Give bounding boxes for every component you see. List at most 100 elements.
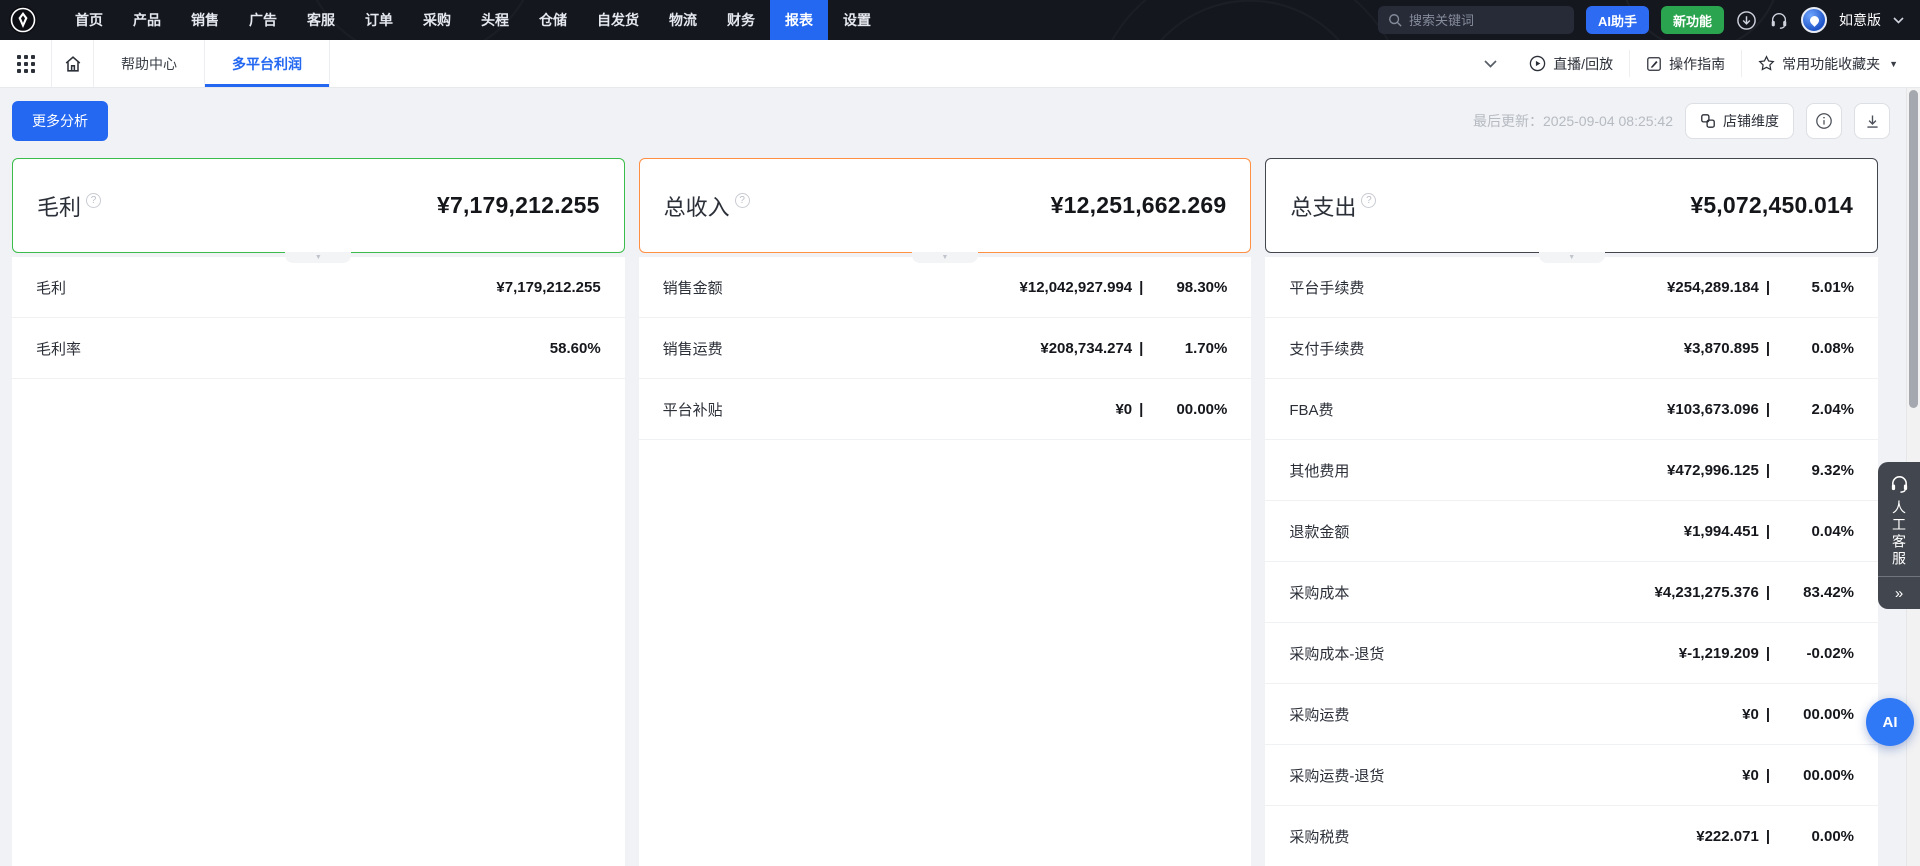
collapse-card-tab[interactable]: ▼ — [1539, 252, 1605, 263]
card-total-value: ¥7,179,212.255 — [437, 192, 600, 219]
headset-icon — [1889, 473, 1910, 494]
collapse-card-tab[interactable]: ▼ — [912, 252, 978, 263]
ai-fab-button[interactable]: AI — [1866, 698, 1914, 746]
metric-label: 销售运费 — [663, 338, 723, 359]
metric-percent: 00.00% — [1143, 401, 1227, 418]
nav-item-物流[interactable]: 物流 — [654, 0, 712, 40]
play-circle-icon — [1529, 55, 1546, 72]
info-button[interactable] — [1806, 103, 1842, 139]
metric-percent: 1.70% — [1143, 340, 1227, 357]
metric-row: 退款金额¥1,994.451|0.04% — [1265, 501, 1878, 562]
metric-row: 毛利¥7,179,212.255 — [12, 257, 625, 318]
metric-percent: 83.42% — [1770, 584, 1854, 601]
card-title: 总收入? — [664, 190, 750, 222]
card-rows: 毛利¥7,179,212.255毛利率58.60% — [12, 257, 625, 866]
user-avatar[interactable] — [1801, 7, 1827, 33]
dimension-switch-icon — [1700, 113, 1716, 129]
card-header-总收入: 总收入?¥12,251,662.269▼ — [639, 158, 1252, 253]
app-logo[interactable] — [8, 5, 38, 35]
nav-item-头程[interactable]: 头程 — [466, 0, 524, 40]
metric-percent: 0.04% — [1770, 523, 1854, 540]
metric-label: FBA费 — [1289, 399, 1333, 420]
metric-row: 平台补贴¥0|00.00% — [639, 379, 1252, 440]
tabs-dropdown-chevron[interactable] — [1468, 40, 1513, 87]
metric-amount: ¥103,673.096 — [1667, 401, 1759, 418]
edition-label[interactable]: 如意版 — [1839, 10, 1881, 30]
metric-label: 退款金额 — [1289, 521, 1349, 542]
favorites-caret-icon: ▼ — [1889, 59, 1898, 69]
metric-row: 销售金额¥12,042,927.994|98.30% — [639, 257, 1252, 318]
metric-values: ¥254,289.184|5.01% — [1667, 279, 1854, 296]
toolbar-right: 最后更新：2025-09-04 08:25:42 店铺维度 — [1473, 103, 1890, 139]
headset-icon[interactable] — [1769, 10, 1789, 30]
export-button[interactable] — [1854, 103, 1890, 139]
report-toolbar: 更多分析 最后更新：2025-09-04 08:25:42 店铺维度 — [12, 101, 1890, 141]
nav-item-销售[interactable]: 销售 — [176, 0, 234, 40]
metric-values: ¥7,179,212.255 — [496, 279, 600, 296]
guide-icon — [1646, 56, 1662, 72]
nav-item-设置[interactable]: 设置 — [828, 0, 886, 40]
collapse-card-tab[interactable]: ▼ — [285, 252, 351, 263]
favorites-menu[interactable]: 常用功能收藏夹 ▼ — [1742, 40, 1920, 87]
new-features-button[interactable]: 新功能 — [1661, 6, 1724, 34]
metric-percent: 98.30% — [1143, 279, 1227, 296]
top-nav: 首页产品销售广告客服订单采购头程仓储自发货物流财务报表设置 AI助手 新功能 如… — [0, 0, 1920, 40]
nav-item-财务[interactable]: 财务 — [712, 0, 770, 40]
store-dimension-button[interactable]: 店铺维度 — [1685, 103, 1794, 139]
metric-label: 采购运费-退货 — [1289, 765, 1384, 786]
scrollbar-thumb[interactable] — [1909, 90, 1918, 408]
live-replay-link[interactable]: 直播/回放 — [1513, 40, 1629, 87]
metric-label: 平台补贴 — [663, 399, 723, 420]
customer-service-panel[interactable]: 人工客服 » — [1878, 462, 1920, 609]
metric-values: ¥208,734.274|1.70% — [1040, 340, 1227, 357]
nav-item-采购[interactable]: 采购 — [408, 0, 466, 40]
nav-item-订单[interactable]: 订单 — [350, 0, 408, 40]
metric-label: 采购税费 — [1289, 826, 1349, 847]
star-icon — [1758, 55, 1775, 72]
metric-amount: ¥3,870.895 — [1684, 340, 1759, 357]
help-icon[interactable]: ? — [1361, 193, 1376, 208]
info-icon — [1815, 112, 1833, 130]
card-rows: 销售金额¥12,042,927.994|98.30% 销售运费 ¥208,734.2… — [639, 257, 1252, 866]
operation-guide-link[interactable]: 操作指南 — [1630, 40, 1741, 87]
metric-amount: ¥0 — [1742, 706, 1759, 723]
metric-values: ¥-1,219.209|-0.02% — [1679, 645, 1854, 662]
main-menu: 首页产品销售广告客服订单采购头程仓储自发货物流财务报表设置 — [60, 0, 886, 40]
apps-grid-icon[interactable] — [0, 40, 52, 87]
tab-bar-right: 直播/回放 操作指南 常用功能收藏夹 ▼ — [1468, 40, 1920, 87]
home-icon[interactable] — [52, 40, 94, 87]
metric-amount: ¥1,994.451 — [1684, 523, 1759, 540]
card-total-value: ¥12,251,662.269 — [1051, 192, 1227, 219]
help-icon[interactable]: ? — [735, 193, 750, 208]
nav-item-自发货[interactable]: 自发货 — [582, 0, 654, 40]
search-input[interactable] — [1409, 13, 1549, 28]
metric-amount: ¥222.071 — [1696, 828, 1759, 845]
metric-percent: 9.32% — [1770, 462, 1854, 479]
tab-帮助中心[interactable]: 帮助中心 — [94, 40, 205, 87]
ai-assistant-button[interactable]: AI助手 — [1586, 6, 1649, 34]
metric-amount: ¥0 — [1742, 767, 1759, 784]
more-analysis-button[interactable]: 更多分析 — [12, 101, 108, 141]
nav-item-产品[interactable]: 产品 — [118, 0, 176, 40]
metric-percent: 0.00% — [1770, 828, 1854, 845]
download-center-icon[interactable] — [1736, 10, 1757, 31]
search-box[interactable] — [1378, 6, 1574, 34]
tab-多平台利润[interactable]: 多平台利润 — [205, 40, 330, 87]
metric-label: 毛利率 — [36, 338, 81, 359]
metric-percent: 2.04% — [1770, 401, 1854, 418]
metric-values: ¥222.071|0.00% — [1696, 828, 1854, 845]
metric-values: ¥3,870.895|0.08% — [1684, 340, 1854, 357]
customer-service-label: 人工客服 — [1889, 500, 1909, 568]
help-icon[interactable]: ? — [86, 193, 101, 208]
nav-item-客服[interactable]: 客服 — [292, 0, 350, 40]
metric-label: 销售金额 — [663, 277, 723, 298]
metric-percent: 00.00% — [1770, 767, 1854, 784]
nav-item-仓储[interactable]: 仓储 — [524, 0, 582, 40]
nav-item-报表[interactable]: 报表 — [770, 0, 828, 40]
metric-row: 采购成本-退货¥-1,219.209|-0.02% — [1265, 623, 1878, 684]
collapse-panel-icon[interactable]: » — [1878, 577, 1920, 609]
edition-chevron-down-icon[interactable] — [1893, 17, 1904, 24]
nav-item-广告[interactable]: 广告 — [234, 0, 292, 40]
nav-item-首页[interactable]: 首页 — [60, 0, 118, 40]
metric-row: 毛利率58.60% — [12, 318, 625, 379]
